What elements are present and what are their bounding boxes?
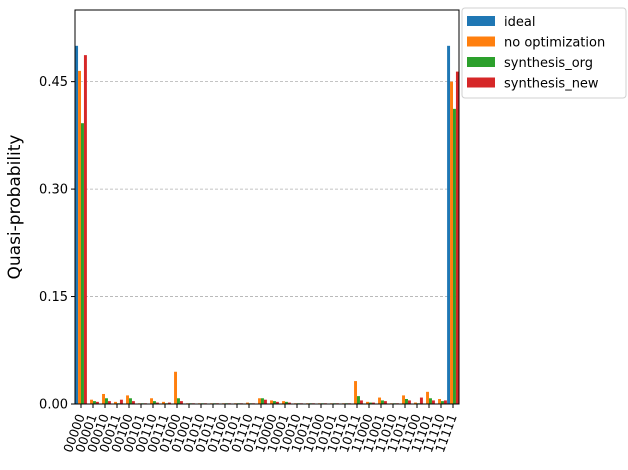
y-axis: 0.00 0.15 0.30 0.45 bbox=[39, 75, 75, 413]
bar-synthesis-org-11001 bbox=[381, 400, 384, 404]
bar-synthesis-org-00000 bbox=[81, 123, 84, 404]
bar-no-optimization-11101 bbox=[426, 391, 429, 404]
bar-synthesis-new-01111 bbox=[263, 399, 267, 404]
bar-synthesis-org-01111 bbox=[261, 398, 264, 404]
bar-ideal-00000 bbox=[75, 45, 79, 404]
plot-frame bbox=[74, 9, 460, 405]
bar-no-optimization-01000 bbox=[174, 371, 177, 404]
y-tick-label: 0.00 bbox=[39, 398, 68, 413]
bar-synthesis-org-11011 bbox=[405, 398, 408, 404]
legend-label: synthesis_org bbox=[504, 56, 593, 71]
bar-no-optimization-00110 bbox=[150, 398, 153, 404]
y-tick-label: 0.30 bbox=[39, 183, 68, 198]
bar-no-optimization-00100 bbox=[126, 395, 129, 404]
bar-synthesis-new-11101 bbox=[431, 400, 435, 404]
legend-swatch bbox=[467, 36, 495, 47]
bar-synthesis-new-11011 bbox=[407, 400, 411, 404]
legend-label: synthesis_new bbox=[504, 77, 599, 92]
bar-synthesis-org-11111 bbox=[453, 108, 456, 405]
bar-no-optimization-10000 bbox=[270, 400, 273, 404]
bar-no-optimization-11001 bbox=[378, 397, 381, 404]
legend-label: ideal bbox=[504, 15, 535, 30]
bar-chart: 0.00 0.15 0.30 0.45 00000000010001000011001… bbox=[5, 7, 627, 454]
bar-no-optimization-11110 bbox=[438, 398, 441, 404]
bar-no-optimization-01111 bbox=[258, 398, 261, 404]
bar-synthesis-new-00000 bbox=[83, 55, 87, 404]
y-tick-label: 0.45 bbox=[39, 75, 68, 90]
bar-ideal-11111 bbox=[447, 45, 451, 404]
legend: ideal no optimization synthesis_orgsynthes… bbox=[461, 7, 627, 99]
gridlines bbox=[75, 81, 459, 297]
bar-no-optimization-00001 bbox=[90, 399, 93, 404]
bar-no-optimization-00010 bbox=[102, 393, 105, 404]
bar-synthesis-org-00010 bbox=[105, 398, 108, 404]
legend-swatch bbox=[467, 57, 495, 67]
bar-no-optimization-10111 bbox=[354, 381, 357, 404]
bar-synthesis-new-00011 bbox=[119, 399, 123, 404]
bar-synthesis-org-11101 bbox=[429, 398, 432, 404]
legend-swatch bbox=[467, 77, 495, 88]
bar-synthesis-org-00100 bbox=[129, 398, 132, 404]
bar-synthesis-new-11100 bbox=[419, 397, 423, 404]
bar-synthesis-new-11110 bbox=[443, 400, 447, 404]
legend-swatch bbox=[467, 16, 495, 26]
bar-synthesis-new-11111 bbox=[455, 71, 459, 405]
legend-label: no optimization bbox=[504, 36, 605, 51]
bar-synthesis-org-10111 bbox=[357, 396, 360, 404]
y-tick-label: 0.15 bbox=[39, 290, 68, 305]
bars bbox=[75, 45, 459, 405]
bar-no-optimization-00000 bbox=[78, 70, 81, 404]
bar-no-optimization-11111 bbox=[450, 81, 453, 404]
y-axis-title: Quasi-probability bbox=[5, 135, 25, 280]
bar-synthesis-org-01000 bbox=[177, 398, 180, 404]
bar-synthesis-new-10111 bbox=[359, 400, 363, 404]
bar-no-optimization-11011 bbox=[402, 395, 405, 404]
x-axis: 0000000001000100001100100001010011000111… bbox=[60, 404, 460, 454]
